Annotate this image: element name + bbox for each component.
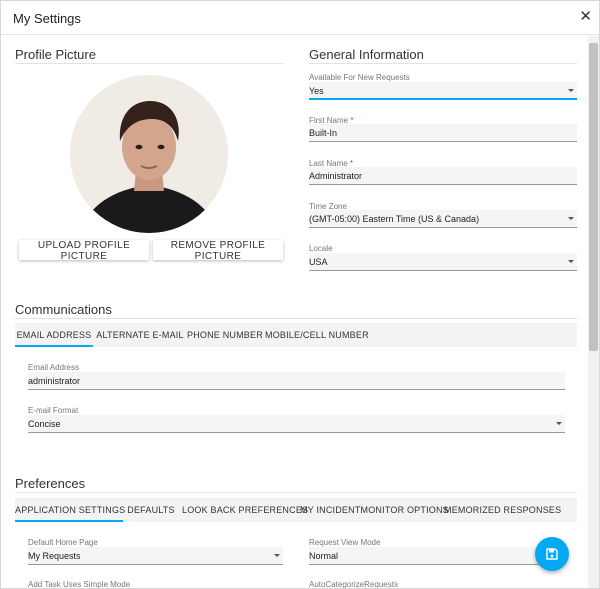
- tab-email-address[interactable]: EMAIL ADDRESS: [15, 323, 93, 347]
- email-address-field[interactable]: administrator: [28, 372, 565, 390]
- locale-select[interactable]: USA: [309, 253, 577, 271]
- tab-my-incidentmonitor-options[interactable]: MY INCIDENTMONITOR OPTIONS: [300, 498, 449, 522]
- last-name-field[interactable]: Administrator: [309, 167, 577, 185]
- caret-down-icon: [568, 89, 574, 92]
- profile-picture-title: Profile Picture: [15, 47, 96, 62]
- preferences-divider: [15, 492, 577, 493]
- first-name-field[interactable]: Built-In: [309, 124, 577, 142]
- tab-phone-number[interactable]: PHONE NUMBER: [187, 323, 263, 347]
- autocategorize-label: AutoCategorizeRequests: [309, 580, 398, 589]
- scrollbar-thumb[interactable]: [589, 43, 598, 351]
- general-information-title: General Information: [309, 47, 424, 62]
- time-zone-value: (GMT-05:00) Eastern Time (US & Canada): [309, 214, 480, 224]
- first-name-value: Built-In: [309, 128, 338, 138]
- avatar: [70, 75, 228, 233]
- caret-down-icon: [274, 554, 280, 557]
- save-button[interactable]: [535, 537, 569, 571]
- avatar-photo: [70, 75, 228, 233]
- preferences-title: Preferences: [15, 476, 86, 491]
- request-view-mode-select[interactable]: Normal: [309, 547, 565, 565]
- remove-profile-picture-button[interactable]: REMOVE PROFILE PICTURE: [153, 240, 283, 262]
- tab-look-back-preferences[interactable]: LOOK BACK PREFERENCES: [182, 498, 308, 522]
- email-address-label: Email Address: [28, 363, 80, 372]
- email-format-label: E-mail Format: [28, 406, 79, 415]
- default-home-page-label: Default Home Page: [28, 538, 98, 547]
- communications-title: Communications: [15, 302, 112, 317]
- email-format-value: Concise: [28, 419, 61, 429]
- time-zone-select[interactable]: (GMT-05:00) Eastern Time (US & Canada): [309, 210, 577, 228]
- request-view-mode-value: Normal: [309, 551, 339, 561]
- locale-label: Locale: [309, 244, 333, 253]
- settings-dialog: My Settings ✕ Profile Picture UPLOAD PRO…: [0, 0, 600, 589]
- save-icon: [546, 548, 558, 560]
- general-information-divider: [309, 63, 577, 64]
- add-task-simple-mode-label: Add Task Uses Simple Mode: [28, 580, 131, 589]
- profile-picture-divider: [15, 63, 283, 64]
- communications-tabs: EMAIL ADDRESS ALTERNATE E-MAIL PHONE NUM…: [15, 323, 577, 347]
- caret-down-icon: [556, 422, 562, 425]
- upload-profile-picture-button[interactable]: UPLOAD PROFILE PICTURE: [19, 240, 149, 262]
- request-view-mode-label: Request View Mode: [309, 538, 381, 547]
- email-address-value: administrator: [28, 376, 81, 386]
- tab-defaults[interactable]: DEFAULTS: [126, 498, 176, 522]
- available-label: Available For New Requests: [309, 73, 410, 82]
- available-select[interactable]: Yes: [309, 82, 577, 100]
- locale-value: USA: [309, 257, 328, 267]
- dialog-header: My Settings ✕: [1, 1, 599, 35]
- tab-alternate-email[interactable]: ALTERNATE E-MAIL: [95, 323, 185, 347]
- default-home-page-value: My Requests: [28, 551, 81, 561]
- available-value: Yes: [309, 86, 324, 96]
- close-icon[interactable]: ✕: [579, 9, 592, 24]
- email-format-select[interactable]: Concise: [28, 415, 565, 433]
- communications-divider: [15, 318, 577, 319]
- tab-memorized-responses[interactable]: MEMORIZED RESPONSES: [444, 498, 561, 522]
- caret-down-icon: [568, 260, 574, 263]
- tab-mobile-cell-number[interactable]: MOBILE/CELL NUMBER: [265, 323, 369, 347]
- tab-application-settings[interactable]: APPLICATION SETTINGS: [15, 498, 125, 522]
- last-name-value: Administrator: [309, 171, 363, 181]
- default-home-page-select[interactable]: My Requests: [28, 547, 283, 565]
- dialog-title: My Settings: [13, 11, 81, 26]
- caret-down-icon: [568, 217, 574, 220]
- preferences-tabs: APPLICATION SETTINGS DEFAULTS LOOK BACK …: [15, 498, 577, 522]
